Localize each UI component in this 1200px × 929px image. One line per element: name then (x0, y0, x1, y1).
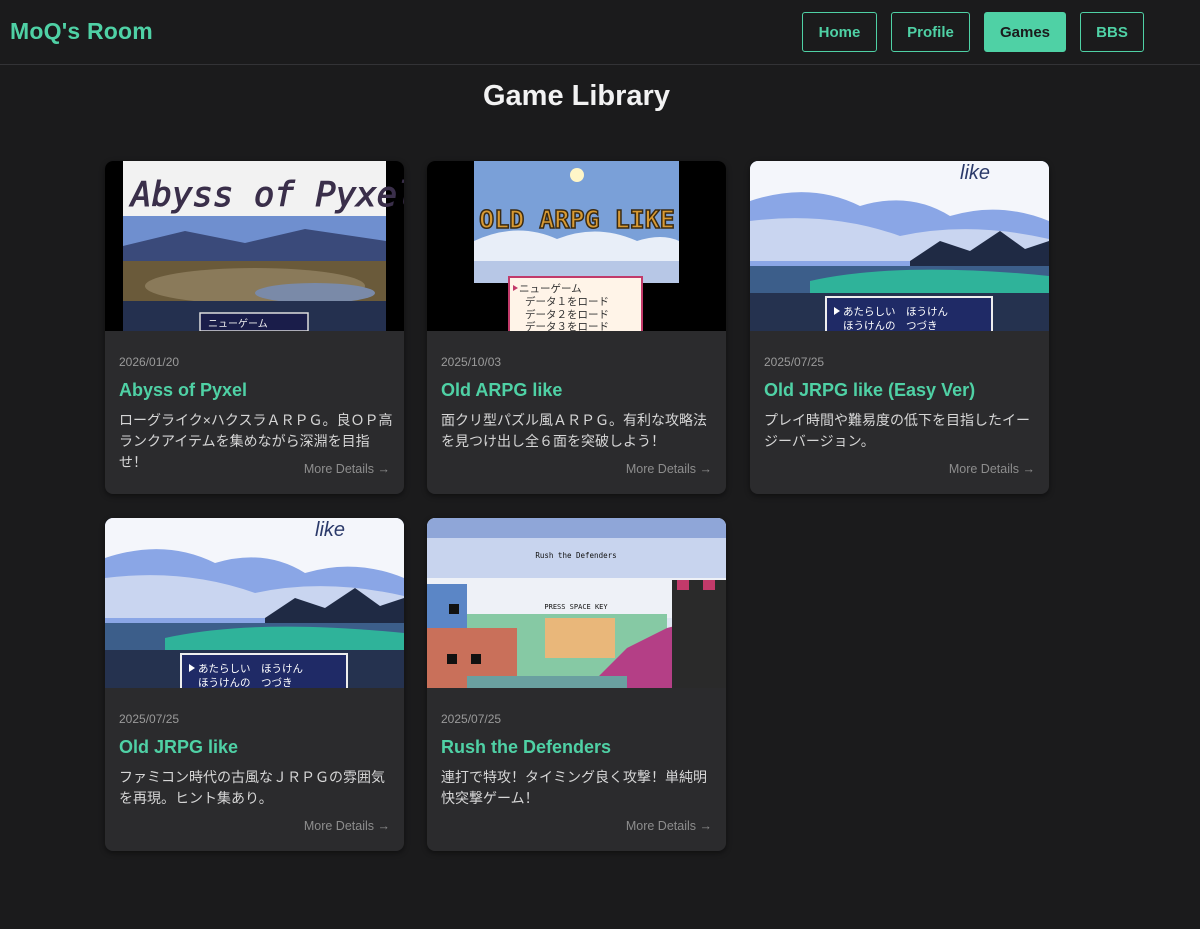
game-card-old-jrpg-like[interactable]: like あたらしい ほうけん ほうけんの つづき 2025/07/25 Old… (105, 518, 404, 851)
jrpg-title-art: like (315, 519, 345, 541)
game-card-old-arpg-like[interactable]: OLD ARPG LIKE ニューゲーム データ１をロード データ２をロード デ… (427, 161, 726, 494)
more-details-link[interactable]: More Details → (304, 462, 390, 476)
game-description: プレイ時間や難易度の低下を目指したイージーバージョン。 (764, 412, 1030, 449)
game-card-abyss-of-pyxel[interactable]: Abyss of Pyxel ニューゲーム 2026/01/20 Abyss o… (105, 161, 404, 494)
site-brand[interactable]: MoQ's Room (10, 18, 153, 45)
game-title[interactable]: Rush the Defenders (441, 737, 611, 758)
more-details-link[interactable]: More Details → (626, 462, 712, 476)
game-thumbnail: like あたらしい ほうけん ほうけんの つづき (750, 161, 1049, 331)
game-title[interactable]: Old JRPG like (Easy Ver) (764, 380, 975, 401)
game-date: 2026/01/20 (119, 355, 180, 369)
game-description: ファミコン時代の古風なＪＲＰＧの雰囲気を再現。ヒント集あり。 (119, 769, 385, 806)
game-thumbnail: Abyss of Pyxel ニューゲーム (105, 161, 404, 331)
top-bar: MoQ's Room Home Profile Games BBS (0, 0, 1200, 65)
more-details-link[interactable]: More Details → (949, 462, 1035, 476)
page-title: Game Library (483, 80, 670, 112)
game-date: 2025/10/03 (441, 355, 502, 369)
arpg-title-art: OLD ARPG LIKE (479, 205, 675, 234)
game-title[interactable]: Old JRPG like (119, 737, 238, 758)
svg-text:データ１をロード: データ１をロード (525, 295, 609, 308)
svg-text:データ３をロード: データ３をロード (525, 320, 609, 331)
nav-home-button[interactable]: Home (802, 12, 877, 52)
nav-profile-button[interactable]: Profile (891, 12, 970, 52)
more-details-link[interactable]: More Details → (304, 819, 390, 833)
svg-text:データ２をロード: データ２をロード (525, 308, 609, 321)
jrpg-title-art: like (960, 162, 990, 184)
svg-text:ニューゲーム: ニューゲーム (208, 318, 268, 330)
game-date: 2025/07/25 (764, 355, 825, 369)
svg-text:あたらしい ほうけん: あたらしい ほうけん (198, 663, 303, 675)
game-thumbnail: Rush the Defenders PRESS SPACE KEY (427, 518, 726, 688)
game-date: 2025/07/25 (119, 712, 180, 726)
svg-text:ニューゲーム: ニューゲーム (519, 283, 582, 295)
abyss-title-art: Abyss of Pyxel (129, 175, 404, 215)
svg-text:あたらしい ほうけん: あたらしい ほうけん (843, 306, 948, 318)
svg-text:ほうけんの つづき: ほうけんの つづき (843, 320, 938, 331)
nav-bbs-button[interactable]: BBS (1080, 12, 1144, 52)
game-thumbnail: like あたらしい ほうけん ほうけんの つづき (105, 518, 404, 688)
press-space-prompt: PRESS SPACE KEY (544, 603, 608, 611)
game-title[interactable]: Abyss of Pyxel (119, 380, 247, 401)
game-description: 連打で特攻！タイミング良く攻撃！単純明快突撃ゲーム！ (441, 769, 707, 806)
game-thumbnail: OLD ARPG LIKE ニューゲーム データ１をロード データ２をロード デ… (427, 161, 726, 331)
game-date: 2025/07/25 (441, 712, 502, 726)
game-description: 面クリ型パズル風ＡＲＰＧ。有利な攻略法を見つけ出し全６面を突破しよう！ (441, 412, 707, 449)
game-card-old-jrpg-like-easy[interactable]: like あたらしい ほうけん ほうけんの つづき 2025/07/25 Old… (750, 161, 1049, 494)
rush-title-art: Rush the Defenders (535, 551, 616, 560)
game-card-rush-the-defenders[interactable]: Rush the Defenders PRESS SPACE KEY 2025/… (427, 518, 726, 851)
svg-text:ほうけんの つづき: ほうけんの つづき (198, 677, 293, 688)
game-title[interactable]: Old ARPG like (441, 380, 562, 401)
more-details-link[interactable]: More Details → (626, 819, 712, 833)
nav-games-button[interactable]: Games (984, 12, 1066, 52)
